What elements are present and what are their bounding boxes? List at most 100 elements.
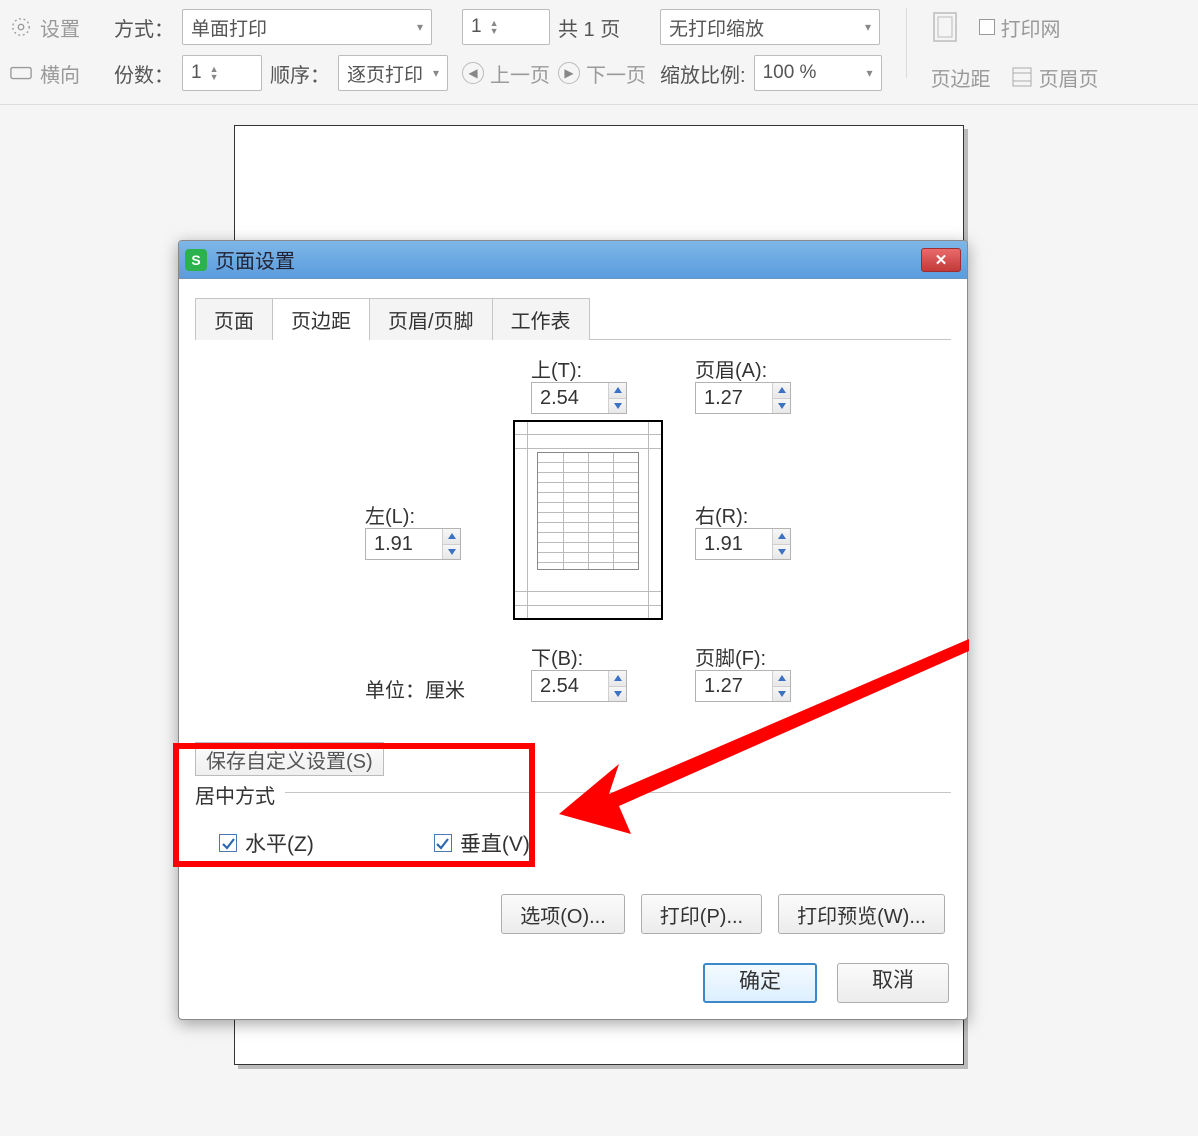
spin-up-icon[interactable] (443, 529, 460, 544)
horizontal-checkbox[interactable]: 水平(Z) (219, 828, 314, 858)
spin-down-icon[interactable] (609, 686, 626, 702)
spin-down-icon[interactable] (773, 398, 790, 414)
page-setup-dialog: S 页面设置 ✕ 页面 页边距 页眉/页脚 工作表 上(T): 2.54 页眉(… (178, 240, 968, 1020)
spin-up-icon[interactable] (609, 383, 626, 398)
chevron-down-icon: ▾ (433, 66, 439, 80)
horizontal-label: 水平(Z) (245, 828, 314, 858)
mode-value: 单面打印 (191, 14, 267, 41)
ok-label: 确定 (739, 970, 781, 993)
tab-headerfooter[interactable]: 页眉/页脚 (369, 298, 493, 340)
tab-headerfooter-label: 页眉/页脚 (388, 311, 474, 333)
left-margin-label: 左(L): (365, 500, 415, 529)
spin-up-icon[interactable] (773, 383, 790, 398)
order-value: 逐页打印 (347, 60, 423, 87)
center-mode-fieldset: 居中方式 水平(Z) 垂直(V) (195, 792, 951, 878)
margins-panel: 上(T): 2.54 页眉(A): 1.27 左(L): 1.91 右(R): … (195, 340, 951, 740)
divider (906, 8, 907, 78)
tab-margins-label: 页边距 (291, 311, 351, 333)
top-margin-label: 上(T): (531, 354, 582, 383)
print-button[interactable]: 打印(P)... (641, 894, 762, 934)
margins-label: 页边距 (931, 63, 991, 92)
page-spinner[interactable]: 1 ▲▼ (462, 9, 550, 45)
print-grid-label: 打印网 (1001, 13, 1061, 42)
page-total: 共 1 页 (558, 13, 620, 42)
top-margin-spinner[interactable]: 2.54 (531, 382, 627, 414)
order-label: 顺序： (270, 59, 330, 88)
cancel-label: 取消 (872, 969, 914, 992)
chevron-down-icon: ▾ (417, 20, 423, 34)
scale-select[interactable]: 无打印缩放 ▾ (660, 9, 880, 45)
checkbox-checked-icon (434, 834, 452, 852)
left-margin-value: 1.91 (366, 533, 442, 556)
center-mode-legend: 居中方式 (195, 780, 281, 809)
settings-icon (10, 16, 32, 38)
footer-margin-value: 1.27 (696, 675, 772, 698)
right-margin-spinner[interactable]: 1.91 (695, 528, 791, 560)
tab-sheet[interactable]: 工作表 (492, 298, 590, 340)
dialog-footer: 确定 取消 (179, 946, 967, 1019)
header-footer-button[interactable]: 页眉页 (1011, 63, 1099, 92)
tab-margins[interactable]: 页边距 (272, 298, 370, 340)
vertical-checkbox[interactable]: 垂直(V) (434, 828, 530, 858)
orientation-label: 横向 (40, 59, 80, 88)
spin-down-icon[interactable] (773, 544, 790, 560)
prev-label: 上一页 (490, 59, 550, 88)
mode-select[interactable]: 单面打印 ▾ (182, 9, 432, 45)
left-margin-spinner[interactable]: 1.91 (365, 528, 461, 560)
orientation-icon (10, 64, 32, 82)
ok-button[interactable]: 确定 (703, 963, 817, 1003)
close-button[interactable]: ✕ (921, 248, 961, 272)
spin-up-icon[interactable] (609, 671, 626, 686)
print-preview-button[interactable]: 打印预览(W)... (778, 894, 945, 934)
vertical-label: 垂直(V) (460, 828, 530, 858)
app-icon: S (185, 249, 207, 271)
next-page-button[interactable]: ▶ 下一页 (558, 55, 646, 91)
bottom-margin-spinner[interactable]: 2.54 (531, 670, 627, 702)
spin-down-icon[interactable] (609, 398, 626, 414)
chevron-down-icon: ▾ (865, 20, 871, 34)
bottom-margin-value: 2.54 (532, 675, 608, 698)
header-footer-icon (1011, 66, 1033, 88)
copies-label: 份数： (114, 59, 174, 88)
scale-ratio-label: 缩放比例: (660, 59, 746, 88)
tab-page[interactable]: 页面 (195, 298, 273, 340)
header-margin-spinner[interactable]: 1.27 (695, 382, 791, 414)
scale-ratio-value: 100 % (763, 62, 817, 84)
options-button[interactable]: 选项(O)... (501, 894, 625, 934)
checkbox-checked-icon (219, 834, 237, 852)
spin-down-icon[interactable] (773, 686, 790, 702)
page-value: 1 (471, 16, 482, 38)
page-margins-icon (931, 11, 959, 43)
print-toolbar: 设置 横向 方式： 单面打印 ▾ 份数： 1 ▲▼ (0, 0, 1198, 105)
prev-page-button[interactable]: ◀ 上一页 (462, 55, 550, 91)
order-select[interactable]: 逐页打印 ▾ (338, 55, 448, 91)
footer-margin-spinner[interactable]: 1.27 (695, 670, 791, 702)
copies-spinner[interactable]: 1 ▲▼ (182, 55, 262, 91)
header-margin-value: 1.27 (696, 387, 772, 410)
spin-up-icon[interactable] (773, 671, 790, 686)
unit-label: 单位：厘米 (365, 674, 465, 703)
scale-ratio-select[interactable]: 100 % ▾ (754, 55, 882, 91)
print-gridlines-button[interactable]: 打印网 (979, 13, 1061, 42)
bottom-margin-label: 下(B): (531, 642, 583, 671)
margins-button[interactable] (931, 11, 959, 43)
orientation-button[interactable]: 横向 (10, 54, 100, 92)
dialog-action-row: 选项(O)... 打印(P)... 打印预览(W)... (195, 894, 951, 934)
right-margin-value: 1.91 (696, 533, 772, 556)
spin-down-icon[interactable] (443, 544, 460, 560)
checkbox-icon (979, 19, 995, 35)
spin-up-icon[interactable] (773, 529, 790, 544)
arrow-right-icon: ▶ (558, 62, 580, 84)
save-custom-label: 保存自定义设置(S) (206, 745, 373, 774)
save-custom-settings-button[interactable]: 保存自定义设置(S) (195, 742, 384, 776)
settings-button[interactable]: 设置 (10, 8, 100, 46)
copies-value: 1 (191, 62, 202, 84)
tab-page-label: 页面 (214, 311, 254, 333)
print-preview-label: 打印预览(W)... (797, 900, 926, 929)
chevron-down-icon: ▾ (867, 66, 873, 80)
footer-margin-label: 页脚(F): (695, 642, 766, 671)
header-margin-label: 页眉(A): (695, 354, 767, 383)
cancel-button[interactable]: 取消 (837, 963, 949, 1003)
header-footer-label: 页眉页 (1039, 63, 1099, 92)
margin-preview-icon (513, 420, 663, 620)
